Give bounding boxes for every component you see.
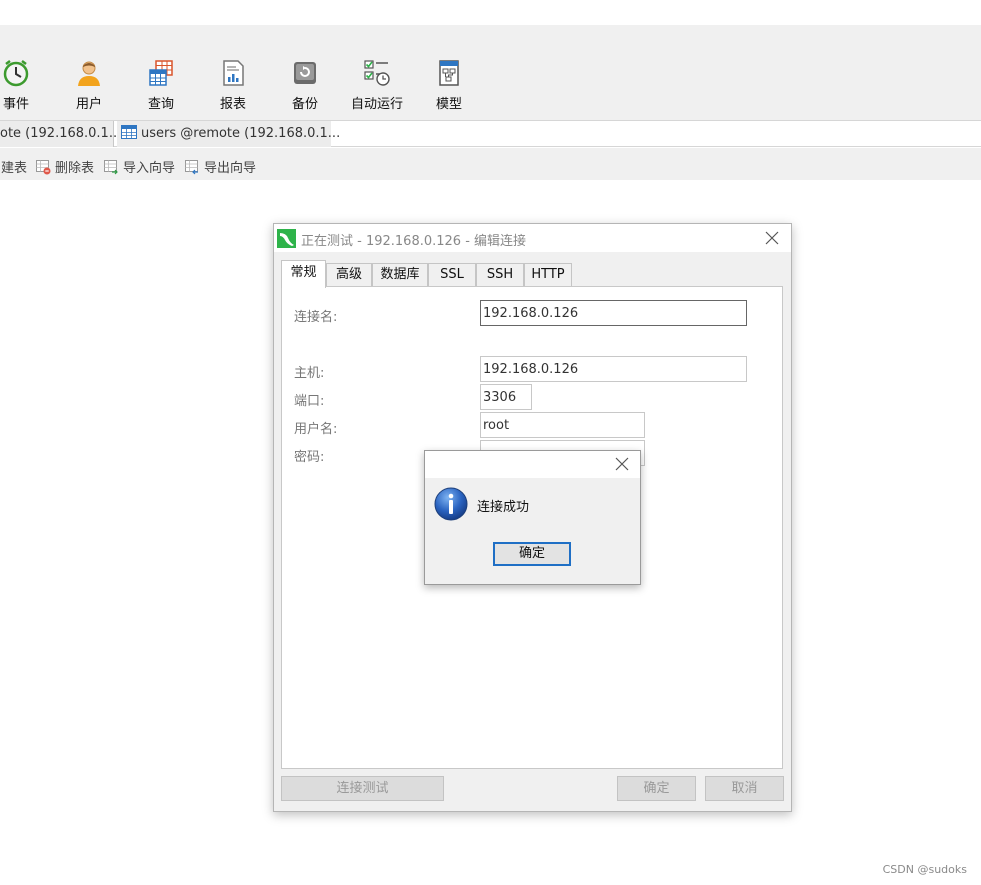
username-input[interactable] xyxy=(480,412,645,438)
toolbar-event-label: 事件 xyxy=(2,97,29,112)
export-wizard-button[interactable]: 导出向导 xyxy=(185,157,256,176)
toolbar-user-button[interactable]: 用户 xyxy=(59,59,119,112)
toolbar-query-label: 查询 xyxy=(147,97,174,112)
dialog-titlebar[interactable]: 正在测试 - 192.168.0.126 - 编辑连接 xyxy=(274,224,791,252)
query-table-icon xyxy=(149,60,173,86)
toolbar-report-label: 报表 xyxy=(219,97,246,112)
tab-remote-connection-label: ote (192.168.0.1... xyxy=(0,126,122,141)
tab-remote-connection[interactable]: ote (192.168.0.1... xyxy=(0,121,121,147)
port-input[interactable] xyxy=(480,384,532,410)
toolbar-backup-label: 备份 xyxy=(291,97,318,112)
messagebox-ok-label: 确定 xyxy=(518,546,545,561)
toolbar-model-label: 模型 xyxy=(435,97,462,112)
schedule-icon xyxy=(364,60,390,86)
test-connection-button[interactable]: 连接测试 xyxy=(281,776,444,801)
connection-success-messagebox: 连接成功 确定 xyxy=(424,450,641,585)
tab-advanced-label: 高级 xyxy=(335,267,362,282)
toolbar-user-label: 用户 xyxy=(75,97,102,112)
messagebox-text: 连接成功 xyxy=(477,500,530,515)
tab-ssh-label: SSH xyxy=(486,267,514,282)
info-icon xyxy=(434,487,468,521)
dialog-cancel-button[interactable]: 取消 xyxy=(705,776,784,801)
backup-icon xyxy=(294,62,316,84)
tab-http-label: HTTP xyxy=(531,267,565,282)
connection-name-label: 连接名: xyxy=(294,310,338,325)
navicat-logo-icon xyxy=(277,229,296,248)
delete-table-button[interactable]: 删除表 xyxy=(36,157,94,176)
tab-database-label: 数据库 xyxy=(380,267,420,282)
tab-general-label: 常规 xyxy=(290,265,317,280)
tab-general[interactable]: 常规 xyxy=(281,260,326,288)
import-wizard-label: 导入向导 xyxy=(123,161,176,176)
create-table-button[interactable]: 建表 xyxy=(1,157,27,176)
report-icon xyxy=(223,60,244,86)
messagebox-ok-button[interactable]: 确定 xyxy=(493,542,571,566)
password-label: 密码: xyxy=(294,450,325,465)
import-wizard-icon xyxy=(104,160,118,175)
tab-http[interactable]: HTTP xyxy=(524,263,572,287)
clock-icon xyxy=(3,60,29,87)
table-subtoolbar: 建表 删除表 导入向导 导出向导 xyxy=(0,148,981,180)
toolbar-schedule-label: 自动运行 xyxy=(350,97,403,112)
tab-advanced[interactable]: 高级 xyxy=(326,263,372,287)
dialog-title: 正在测试 - 192.168.0.126 - 编辑连接 xyxy=(301,234,527,249)
connection-name-input[interactable] xyxy=(480,300,747,326)
dialog-ok-label: 确定 xyxy=(643,781,670,796)
table-grid-icon xyxy=(121,125,137,139)
tab-ssl-label: SSL xyxy=(440,267,464,282)
user-icon xyxy=(78,61,100,86)
close-icon[interactable] xyxy=(764,230,780,246)
watermark: CSDN @sudoks xyxy=(882,863,967,876)
tab-ssh[interactable]: SSH xyxy=(476,263,524,287)
document-tab-bar: ote (192.168.0.1... users @remote (192.1… xyxy=(0,120,981,147)
delete-table-icon xyxy=(36,160,51,175)
test-connection-label: 连接测试 xyxy=(336,781,389,796)
dialog-cancel-label: 取消 xyxy=(731,781,758,796)
host-label: 主机: xyxy=(294,366,325,381)
close-icon[interactable] xyxy=(614,456,630,472)
create-table-label: 建表 xyxy=(1,161,28,176)
port-label: 端口: xyxy=(294,394,325,409)
username-label: 用户名: xyxy=(294,422,338,437)
toolbar-backup-button[interactable]: 备份 xyxy=(275,59,335,112)
toolbar-schedule-button[interactable]: 自动运行 xyxy=(347,59,407,112)
import-wizard-button[interactable]: 导入向导 xyxy=(104,157,175,176)
dialog-ok-button[interactable]: 确定 xyxy=(617,776,696,801)
tab-ssl[interactable]: SSL xyxy=(428,263,476,287)
export-wizard-label: 导出向导 xyxy=(204,161,257,176)
model-icon xyxy=(439,60,459,86)
host-input[interactable] xyxy=(480,356,747,382)
main-toolbar: 事件 用户 查询 报表 备份 自动运行 模型 xyxy=(0,25,981,120)
export-wizard-icon xyxy=(185,160,198,175)
toolbar-event-button[interactable]: 事件 xyxy=(0,59,46,112)
toolbar-query-button[interactable]: 查询 xyxy=(131,59,191,112)
toolbar-model-button[interactable]: 模型 xyxy=(419,59,479,112)
tab-users-table[interactable]: users @remote (192.168.0.1... xyxy=(117,121,340,147)
tab-database[interactable]: 数据库 xyxy=(372,263,428,287)
messagebox-titlebar[interactable] xyxy=(425,451,640,478)
delete-table-label: 删除表 xyxy=(55,161,95,176)
toolbar-report-button[interactable]: 报表 xyxy=(203,59,263,112)
tab-users-table-label: users @remote (192.168.0.1... xyxy=(141,126,341,141)
